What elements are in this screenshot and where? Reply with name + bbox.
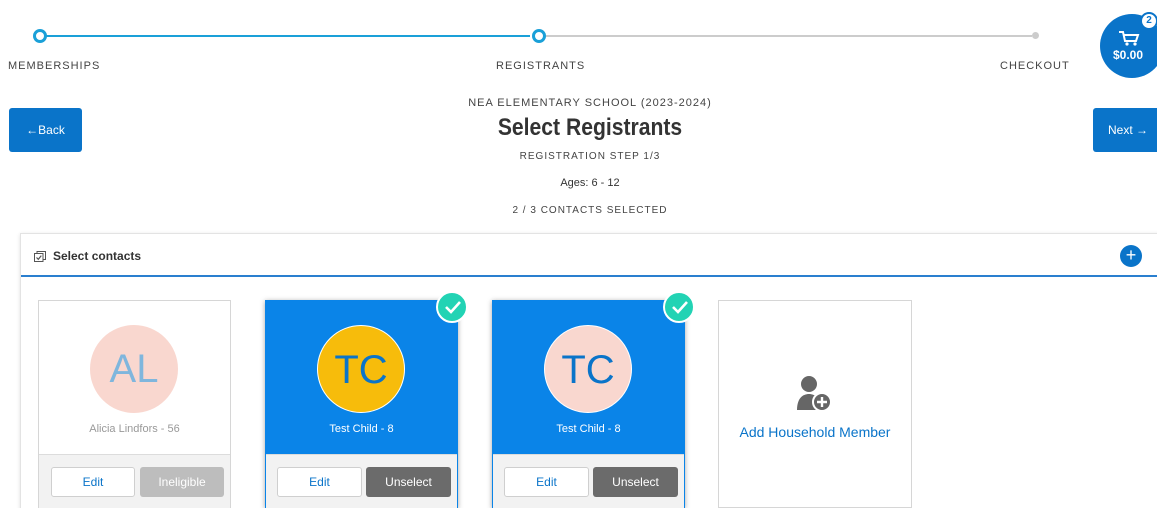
selected-check-icon bbox=[436, 291, 468, 323]
contact-card-test-child-2[interactable]: TC Test Child - 8 Edit Unselect bbox=[492, 291, 695, 508]
school-name: NEA ELEMENTARY SCHOOL (2023-2024) bbox=[468, 97, 712, 109]
contact-card-alicia[interactable]: AL Alicia Lindfors - 56 Edit Ineligible bbox=[38, 300, 231, 508]
cart-icon bbox=[1119, 31, 1140, 46]
progress-line-complete bbox=[46, 35, 530, 37]
edit-button[interactable]: Edit bbox=[504, 467, 589, 497]
cart-count-badge: 2 bbox=[1140, 12, 1157, 30]
panel-title: Select contacts bbox=[53, 249, 142, 263]
avatar: TC bbox=[544, 325, 632, 413]
edit-button[interactable]: Edit bbox=[277, 467, 362, 497]
selected-check-icon bbox=[663, 291, 695, 323]
contact-name: Alicia Lindfors - 56 bbox=[89, 423, 180, 435]
contact-card-test-child-1[interactable]: TC Test Child - 8 Edit Unselect bbox=[265, 291, 468, 508]
selected-count: 2 / 3 CONTACTS SELECTED bbox=[512, 205, 668, 216]
panel-header: Select contacts + bbox=[21, 234, 1157, 277]
registration-step: REGISTRATION STEP 1/3 bbox=[519, 151, 661, 162]
step-label-registrants[interactable]: REGISTRANTS bbox=[496, 60, 585, 72]
contact-name: Test Child - 8 bbox=[329, 423, 394, 435]
add-household-member-label: Add Household Member bbox=[739, 424, 891, 440]
add-household-member-card[interactable]: Add Household Member bbox=[718, 300, 912, 508]
page-title: Select Registrants bbox=[497, 114, 683, 141]
unselect-button[interactable]: Unselect bbox=[366, 467, 451, 497]
add-contact-button[interactable]: + bbox=[1120, 245, 1142, 267]
edit-button[interactable]: Edit bbox=[51, 467, 135, 497]
contact-name: Test Child - 8 bbox=[556, 423, 621, 435]
card-actions: Edit Unselect bbox=[493, 454, 684, 508]
cart-button[interactable]: $0.00 2 bbox=[1100, 12, 1157, 78]
checkbox-list-icon bbox=[34, 251, 46, 262]
step-label-checkout: CHECKOUT bbox=[1000, 60, 1070, 72]
add-user-icon bbox=[797, 376, 832, 412]
age-range: Ages: 6 - 12 bbox=[560, 177, 620, 189]
step-node-registrants bbox=[532, 29, 546, 43]
avatar: AL bbox=[90, 325, 178, 413]
step-label-memberships[interactable]: MEMBERSHIPS bbox=[8, 60, 100, 72]
card-actions: Edit Unselect bbox=[266, 454, 457, 508]
avatar: TC bbox=[317, 325, 405, 413]
progress-line-upcoming bbox=[546, 35, 1032, 37]
step-node-checkout bbox=[1032, 32, 1039, 39]
unselect-button[interactable]: Unselect bbox=[593, 467, 678, 497]
step-node-memberships bbox=[33, 29, 47, 43]
card-actions: Edit Ineligible bbox=[39, 454, 230, 508]
cart-total: $0.00 bbox=[1112, 48, 1144, 62]
ineligible-button: Ineligible bbox=[140, 467, 224, 497]
plus-icon: + bbox=[1125, 245, 1137, 265]
